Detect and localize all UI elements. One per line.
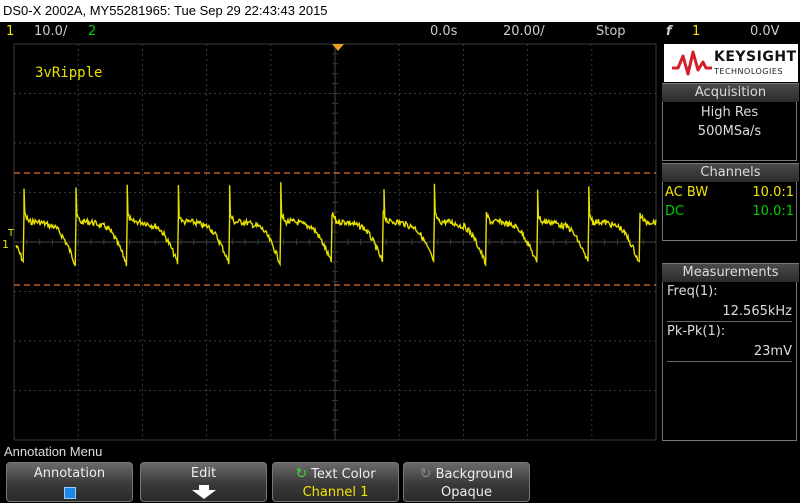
- background-softkey[interactable]: ↻ Background Opaque: [403, 462, 530, 502]
- trigger-position-marker[interactable]: [332, 44, 344, 51]
- run-state[interactable]: Stop: [596, 22, 626, 42]
- channels-box[interactable]: AC BW 10.0:1 DC 10.0:1: [662, 182, 797, 241]
- rotate-knob-icon: ↻: [295, 466, 308, 482]
- text-color-label-row: ↻ Text Color: [273, 466, 398, 482]
- brand-name: KEYSIGHT: [714, 49, 797, 65]
- title-bar: DS0-X 2002A, MY55281965: Tue Sep 29 22:4…: [0, 0, 800, 22]
- ch1-ground-marker[interactable]: 1: [2, 238, 9, 251]
- ch1-scale[interactable]: 10.0/: [34, 22, 67, 42]
- ch1-number[interactable]: 1: [6, 22, 14, 42]
- freq-value: 12.565kHz: [722, 304, 792, 319]
- title-text: DS0-X 2002A, MY55281965: Tue Sep 29 22:4…: [3, 3, 328, 18]
- timebase[interactable]: 20.00/: [503, 22, 545, 42]
- trigger-source[interactable]: 1: [692, 22, 700, 42]
- pkpk-label: Pk-Pk(1):: [667, 324, 726, 339]
- text-color-value: Channel 1: [302, 485, 369, 500]
- edit-softkey[interactable]: Edit: [140, 462, 267, 502]
- keysight-wave-icon: [672, 50, 712, 76]
- acquisition-box[interactable]: High Res 500MSa/s: [662, 102, 797, 161]
- acquisition-mode: High Res: [700, 105, 759, 120]
- pkpk-value: 23mV: [753, 344, 792, 359]
- ch1-probe: 10.0:1: [752, 185, 794, 200]
- waveform-graticule: 3vRipple 1 T: [2, 43, 657, 441]
- edit-softkey-label: Edit: [190, 466, 217, 481]
- channel1-trace: [15, 182, 657, 268]
- acquisition-rate: 500MSa/s: [697, 124, 762, 139]
- measurements-header[interactable]: Measurements: [662, 263, 799, 282]
- annotation-checkbox[interactable]: [7, 485, 132, 503]
- brand-logo: KEYSIGHT TECHNOLOGIES: [664, 44, 798, 82]
- acquisition-header[interactable]: Acquisition: [662, 83, 799, 102]
- ch2-probe: 10.0:1: [752, 204, 794, 219]
- ch1-scale-unit: /: [62, 24, 68, 39]
- text-color-softkey-label: Text Color: [311, 467, 376, 482]
- ch1-coupling: AC BW: [665, 185, 709, 200]
- brand-sub: TECHNOLOGIES: [714, 67, 783, 76]
- ch2-coupling: DC: [665, 204, 685, 219]
- background-softkey-label: Background: [435, 467, 514, 482]
- graticule-grid: [13, 43, 657, 441]
- annotation-softkey[interactable]: Annotation: [6, 462, 133, 502]
- waveform-display[interactable]: 3vRipple 1 T: [0, 42, 660, 442]
- status-bar: 1 10.0/ 2 0.0s 20.00/ Stop f 1 0.0V: [0, 22, 800, 42]
- time-delay[interactable]: 0.0s: [430, 22, 457, 42]
- side-panel: KEYSIGHT TECHNOLOGIES Acquisition High R…: [660, 42, 800, 442]
- timebase-value: 20.00: [503, 24, 541, 39]
- measurement-divider-2: [667, 361, 792, 362]
- menu-title: Annotation Menu: [4, 444, 103, 459]
- channels-header[interactable]: Channels: [662, 163, 799, 182]
- measurements-box[interactable]: Freq(1): 12.565kHz Pk-Pk(1): 23mV: [662, 282, 797, 441]
- timebase-unit: /: [540, 24, 545, 39]
- trigger-edge-icon: f: [666, 24, 672, 39]
- trigger-level[interactable]: 0.0V: [750, 22, 780, 42]
- background-label-row: ↻ Background: [404, 466, 529, 482]
- checkbox-checked-icon: [63, 487, 76, 499]
- annotation-softkey-label: Annotation: [33, 466, 106, 481]
- annotation-text[interactable]: 3vRipple: [35, 65, 102, 81]
- background-value: Opaque: [441, 485, 492, 500]
- measurement-divider: [667, 321, 792, 322]
- text-color-softkey[interactable]: ↻ Text Color Channel 1: [272, 462, 399, 502]
- freq-label: Freq(1):: [667, 284, 718, 299]
- rotate-knob-icon-dim: ↻: [419, 466, 432, 482]
- edit-arrow-icon: [141, 485, 266, 503]
- ch2-number[interactable]: 2: [88, 22, 96, 42]
- trigger-level-marker[interactable]: T: [7, 228, 15, 239]
- ch1-scale-value: 10.0: [34, 24, 63, 39]
